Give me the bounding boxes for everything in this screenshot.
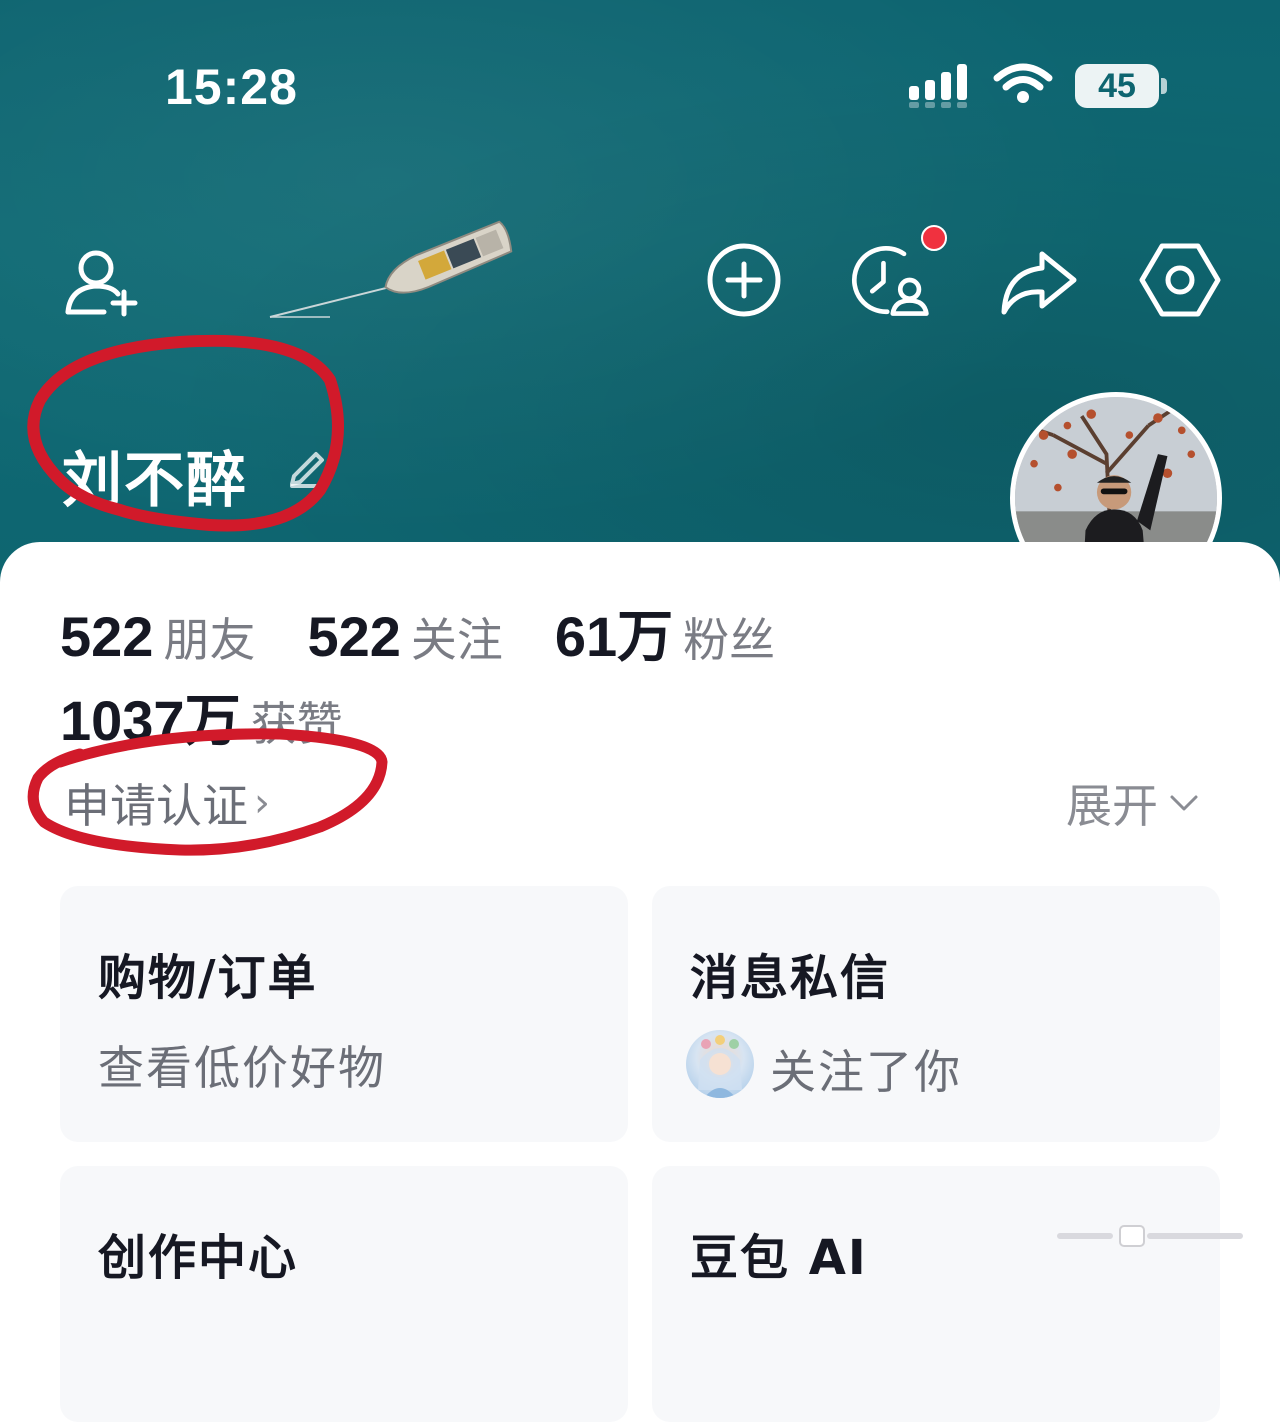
likes-label: 获赞: [250, 697, 343, 751]
likes-stat[interactable]: 1037万 获赞: [60, 676, 343, 757]
tile-title: 购物/订单: [98, 950, 318, 1006]
tile-subtitle: 查看低价好物: [98, 1041, 386, 1095]
share-icon[interactable]: [996, 240, 1080, 324]
boat-image: [269, 220, 513, 318]
edit-pencil-icon[interactable]: [286, 448, 328, 490]
settings-hexagon-icon[interactable]: [1138, 238, 1222, 322]
followers-label: 粉丝: [683, 613, 776, 667]
following-stat[interactable]: 522 关注: [307, 604, 502, 670]
doubao-ai-tile[interactable]: 豆包 AI: [652, 1166, 1220, 1422]
status-time: 15:28: [165, 59, 298, 115]
likes-count: 1037万: [60, 689, 241, 752]
followers-stat[interactable]: 61万 粉丝: [555, 592, 775, 673]
tile-title: 消息私信: [690, 950, 891, 1006]
creator-center-tile[interactable]: 创作中心: [60, 1166, 628, 1422]
follower-avatar: [686, 1030, 754, 1098]
expand-button[interactable]: 展开: [1066, 770, 1202, 836]
battery-level: 45: [1075, 64, 1159, 108]
expand-label: 展开: [1066, 779, 1158, 833]
add-friend-icon[interactable]: [60, 240, 144, 324]
tile-title: 创作中心: [98, 1230, 299, 1286]
profile-name[interactable]: 刘不醉: [62, 432, 248, 519]
friends-stat[interactable]: 522 朋友: [60, 604, 255, 670]
following-count: 522: [307, 605, 401, 668]
friends-count: 522: [60, 605, 154, 668]
messages-tile[interactable]: 消息私信 关注了你: [652, 886, 1220, 1142]
verify-label: 申请认证: [64, 779, 248, 833]
plus-circle-icon[interactable]: [702, 238, 786, 322]
friends-label: 朋友: [163, 613, 256, 667]
tile-title: 豆包 AI: [690, 1230, 868, 1286]
battery-tip: [1161, 78, 1167, 94]
apply-verification-link[interactable]: 申请认证 ›: [64, 770, 270, 836]
stats-row: 522 朋友 522 关注 61万 粉丝: [60, 592, 827, 668]
following-label: 关注: [410, 613, 503, 667]
chevron-right-icon: ›: [254, 780, 270, 826]
shopping-orders-tile[interactable]: 购物/订单 查看低价好物: [60, 886, 628, 1142]
notification-dot: [921, 225, 947, 251]
chevron-down-icon: [1170, 795, 1198, 811]
recent-visitors-icon[interactable]: [848, 238, 932, 322]
tile-subtitle: 关注了你: [770, 1045, 962, 1099]
followers-count: 61万: [554, 605, 674, 668]
home-indicator: [1057, 1225, 1243, 1247]
